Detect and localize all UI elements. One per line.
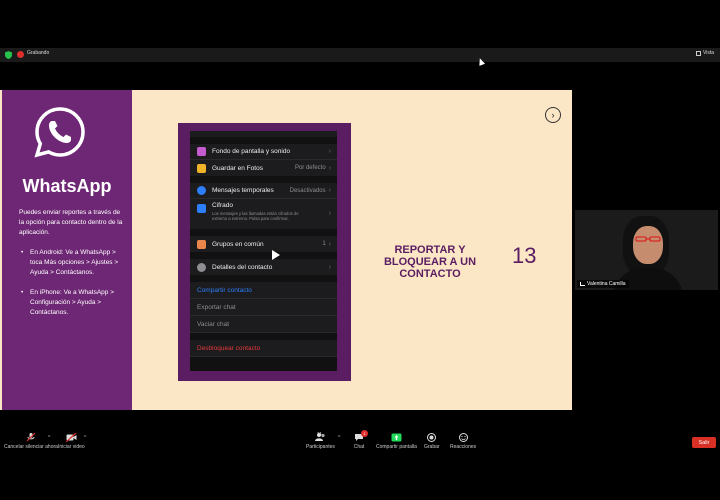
slide-left-panel: WhatsApp Puedes enviar reportes a través… xyxy=(2,90,132,410)
action-export-chat: Exportar chat xyxy=(190,299,337,316)
bullet-android: En Android: Ve a WhatsApp > toca Más opc… xyxy=(19,248,127,278)
photos-icon xyxy=(197,163,206,173)
share-screen-button[interactable]: Compartir pantalla xyxy=(376,432,417,450)
microphone-muted-icon xyxy=(25,432,37,442)
slide-brand-title: WhatsApp xyxy=(22,176,112,196)
row-value: Por defecto xyxy=(294,165,326,171)
recording-bar: Grabando Vista xyxy=(0,48,720,62)
meeting-toolbar: Cancelar silenciar ahora ^ Iniciar video… xyxy=(0,430,720,454)
timer-icon xyxy=(197,186,206,195)
row-contact-details: Detalles del contacto › xyxy=(190,259,337,275)
phone-screenshot: Fondo de pantalla y sonido › Guardar en … xyxy=(190,131,337,371)
meeting-top-area xyxy=(0,0,720,47)
slide-intro-text: Puedes enviar reportes a través de la op… xyxy=(19,209,123,236)
chevron-up-icon[interactable]: ^ xyxy=(84,435,86,441)
video-off-icon xyxy=(65,432,77,442)
action-clear-chat: Vaciar chat xyxy=(190,316,337,333)
video-label: Iniciar video xyxy=(58,444,85,450)
participant-name: Valentina Camilla xyxy=(587,281,626,287)
row-encryption: Cifrado Los mensajes y las llamadas está… xyxy=(190,199,337,229)
participants-count: 21 xyxy=(317,431,323,436)
signal-icon xyxy=(580,282,585,286)
row-value: Desactivados xyxy=(289,187,326,194)
chat-label: Chat xyxy=(353,444,365,450)
participant-video-tile[interactable]: Valentina Camilla xyxy=(575,210,718,290)
reactions-label: Reacciones xyxy=(450,444,477,450)
phone-screenshot-frame: Fondo de pantalla y sonido › Guardar en … xyxy=(178,123,351,381)
recording-icon[interactable] xyxy=(17,51,24,58)
action-share-contact: Compartir contacto xyxy=(190,282,337,299)
slide-heading: REPORTAR Y BLOQUEAR A UN CONTACTO xyxy=(383,244,477,280)
recording-label: Grabando xyxy=(27,50,50,56)
settings-group-top xyxy=(190,131,337,137)
participants-button[interactable]: 21 Participantes xyxy=(306,431,335,450)
record-label: Grabar xyxy=(424,444,440,450)
grid-icon xyxy=(695,50,701,56)
bullet-iphone: En iPhone: Ve a WhatsApp > Configuración… xyxy=(19,288,127,318)
video-button[interactable]: Iniciar video xyxy=(58,432,85,450)
row-disappearing: Mensajes temporales Desactivados › xyxy=(190,183,337,199)
actions-group: Compartir contacto Exportar chat Vaciar … xyxy=(190,282,337,333)
row-subtext: Los mensajes y las llamadas están cifrad… xyxy=(212,211,299,221)
participant-face xyxy=(633,226,663,264)
shield-icon xyxy=(5,51,12,59)
whatsapp-logo-icon xyxy=(34,107,85,158)
chevron-right-icon: › xyxy=(551,110,555,120)
slide-bullet-list: En Android: Ve a WhatsApp > toca Más opc… xyxy=(19,248,127,328)
settings-group-4: Detalles del contacto › xyxy=(190,259,337,275)
view-button[interactable]: Vista xyxy=(695,50,714,56)
chevron-right-icon: › xyxy=(328,210,331,217)
row-groups: Grupos en común 1 › xyxy=(190,236,337,252)
play-icon[interactable] xyxy=(272,250,280,260)
record-icon xyxy=(426,432,438,442)
lock-icon xyxy=(197,204,206,213)
participant-name-tag: Valentina Camilla xyxy=(577,280,629,288)
row-label: Mensajes temporales xyxy=(212,187,274,194)
row-label: Grupos en común xyxy=(212,240,264,248)
chat-button[interactable]: 1 Chat xyxy=(353,430,368,450)
chevron-up-icon[interactable]: ^ xyxy=(48,435,50,441)
participants-label: Participantes xyxy=(306,444,335,450)
participants-icon: 21 xyxy=(314,431,326,442)
row-label: Cifrado xyxy=(212,202,233,209)
leave-button[interactable]: Salir xyxy=(692,437,716,448)
smiley-icon xyxy=(457,432,469,442)
groups-icon xyxy=(197,239,206,249)
contact-icon xyxy=(197,262,206,272)
next-slide-button[interactable]: › xyxy=(545,107,561,123)
chevron-right-icon: › xyxy=(328,263,331,271)
mute-label: Cancelar silenciar ahora xyxy=(4,444,58,450)
action-unblock-contact: Desbloquear contacto xyxy=(190,340,337,357)
settings-group-2: Mensajes temporales Desactivados › Cifra… xyxy=(190,183,337,229)
chevron-right-icon: › xyxy=(328,240,331,248)
reactions-button[interactable]: Reacciones xyxy=(450,432,476,450)
chevron-right-icon: › xyxy=(328,164,331,172)
settings-group-3: Grupos en común 1 › xyxy=(190,236,337,252)
row-label: Fondo de pantalla y sonido xyxy=(212,148,291,155)
view-label: Vista xyxy=(702,50,714,56)
bottom-black-area xyxy=(0,454,720,500)
row-label: Guardar en Fotos xyxy=(212,164,263,172)
share-screen-icon xyxy=(390,432,402,442)
record-button[interactable]: Grabar xyxy=(424,432,440,450)
row-label: Detalles del contacto xyxy=(212,263,273,271)
glasses-icon xyxy=(635,236,661,242)
row-value: 1 xyxy=(322,241,326,247)
chevron-up-icon[interactable]: ^ xyxy=(338,435,340,441)
chat-badge: 1 xyxy=(361,430,368,437)
chevron-right-icon: › xyxy=(328,187,331,194)
row-wallpaper: Fondo de pantalla y sonido › xyxy=(190,144,337,160)
share-screen-label: Compartir pantalla xyxy=(376,444,417,450)
settings-group-1: Fondo de pantalla y sonido › Guardar en … xyxy=(190,144,337,176)
row-save-photos: Guardar en Fotos Por defecto › xyxy=(190,160,337,176)
chat-icon: 1 xyxy=(353,430,368,442)
wallpaper-icon xyxy=(197,147,206,156)
slide-number: 13 xyxy=(512,243,537,268)
chevron-right-icon: › xyxy=(328,148,331,155)
actions-group-danger: Desbloquear contacto xyxy=(190,340,337,357)
shared-screen: WhatsApp Puedes enviar reportes a través… xyxy=(0,90,572,410)
